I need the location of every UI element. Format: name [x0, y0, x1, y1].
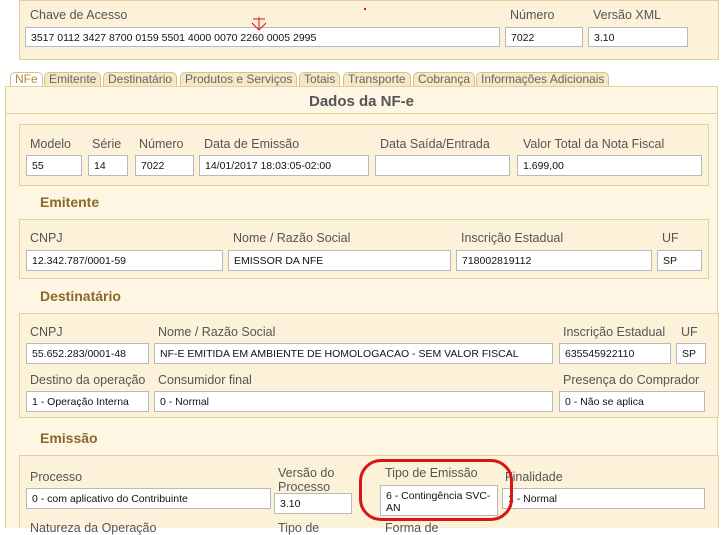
title-divider — [5, 113, 718, 114]
emitente-uf-label: UF — [662, 231, 679, 245]
numero-label: Número — [510, 8, 555, 22]
tab-emitente[interactable]: Emitente — [44, 72, 102, 86]
valor-total-label: Valor Total da Nota Fiscal — [523, 137, 665, 151]
versao-xml-field[interactable]: 3.10 — [588, 27, 688, 47]
tab-cobranca[interactable]: Cobrança — [413, 72, 476, 86]
highlight-circle — [359, 459, 513, 521]
consumidor-field[interactable]: 0 - Normal — [154, 391, 553, 412]
serie-field[interactable]: 14 — [88, 155, 128, 176]
data-saida-field[interactable] — [375, 155, 510, 176]
emitente-ie-field[interactable]: 718002819112 — [456, 250, 652, 271]
processo-field[interactable]: 0 - com aplicativo do Contribuinte — [26, 488, 271, 509]
emissao-title: Emissão — [40, 430, 98, 446]
finalidade-label: Finalidade — [505, 470, 563, 484]
serie-label: Série — [92, 137, 122, 151]
nfe-numero-label: Número — [139, 137, 184, 151]
nfe-numero-field[interactable]: 7022 — [135, 155, 194, 176]
dest-uf-label: UF — [681, 325, 698, 339]
destinatario-title: Destinatário — [40, 288, 121, 304]
versao-processo-field[interactable]: 3.10 — [274, 493, 352, 514]
destino-label: Destino da operação — [30, 373, 146, 387]
consumidor-label: Consumidor final — [158, 373, 252, 387]
presenca-field[interactable]: 0 - Não se aplica — [559, 391, 705, 412]
versao-processo-label-2: Processo — [278, 480, 331, 494]
presenca-label: Presença do Comprador — [563, 373, 700, 387]
dest-cnpj-field[interactable]: 55.652.283/0001-48 — [26, 343, 149, 364]
data-emissao-field[interactable]: 14/01/2017 18:03:05-02:00 — [199, 155, 369, 176]
cursor-arrow-icon — [251, 17, 267, 31]
modelo-field[interactable]: 55 — [26, 155, 82, 176]
valor-total-field[interactable]: 1.699,00 — [517, 155, 702, 176]
dest-ie-field[interactable]: 635545922110 — [559, 343, 671, 364]
emitente-ie-label: Inscrição Estadual — [461, 231, 564, 245]
dest-ie-label: Inscrição Estadual — [563, 325, 666, 339]
versao-xml-label: Versão XML — [593, 8, 662, 22]
numero-field[interactable]: 7022 — [505, 27, 583, 47]
red-dot — [364, 8, 366, 10]
tipo-label: Tipo de — [278, 521, 320, 535]
dest-uf-field[interactable]: SP — [676, 343, 706, 364]
versao-processo-label-1: Versão do — [278, 466, 335, 480]
dest-nome-label: Nome / Razão Social — [158, 325, 276, 339]
dest-cnpj-label: CNPJ — [30, 325, 63, 339]
emitente-cnpj-label: CNPJ — [30, 231, 63, 245]
tab-transporte[interactable]: Transporte — [343, 72, 411, 86]
emitente-nome-label: Nome / Razão Social — [233, 231, 351, 245]
finalidade-field[interactable]: 1 - Normal — [502, 488, 705, 509]
tab-informacoes-adicionais[interactable]: Informações Adicionais — [476, 72, 610, 86]
forma-label: Forma de — [385, 521, 439, 535]
dest-nome-field[interactable]: NF-E EMITIDA EM AMBIENTE DE HOMOLOGACAO … — [154, 343, 553, 364]
data-saida-label: Data Saída/Entrada — [380, 137, 490, 151]
data-emissao-label: Data de Emissão — [204, 137, 300, 151]
chave-label: Chave de Acesso — [30, 8, 128, 22]
processo-label: Processo — [30, 470, 83, 484]
emitente-cnpj-field[interactable]: 12.342.787/0001-59 — [26, 250, 223, 271]
emitente-uf-field[interactable]: SP — [657, 250, 702, 271]
tab-totais[interactable]: Totais — [299, 72, 341, 86]
page-title: Dados da NF-e — [308, 93, 414, 110]
tab-produtos-servicos[interactable]: Produtos e Serviços — [180, 72, 298, 86]
emitente-title: Emitente — [40, 194, 100, 210]
tab-nfe[interactable]: NFe — [10, 72, 43, 86]
emitente-nome-field[interactable]: EMISSOR DA NFE — [228, 250, 451, 271]
natureza-label: Natureza da Operação — [30, 521, 157, 535]
modelo-label: Modelo — [30, 137, 71, 151]
destino-field[interactable]: 1 - Operação Interna — [26, 391, 149, 412]
tab-destinatario[interactable]: Destinatário — [103, 72, 178, 86]
